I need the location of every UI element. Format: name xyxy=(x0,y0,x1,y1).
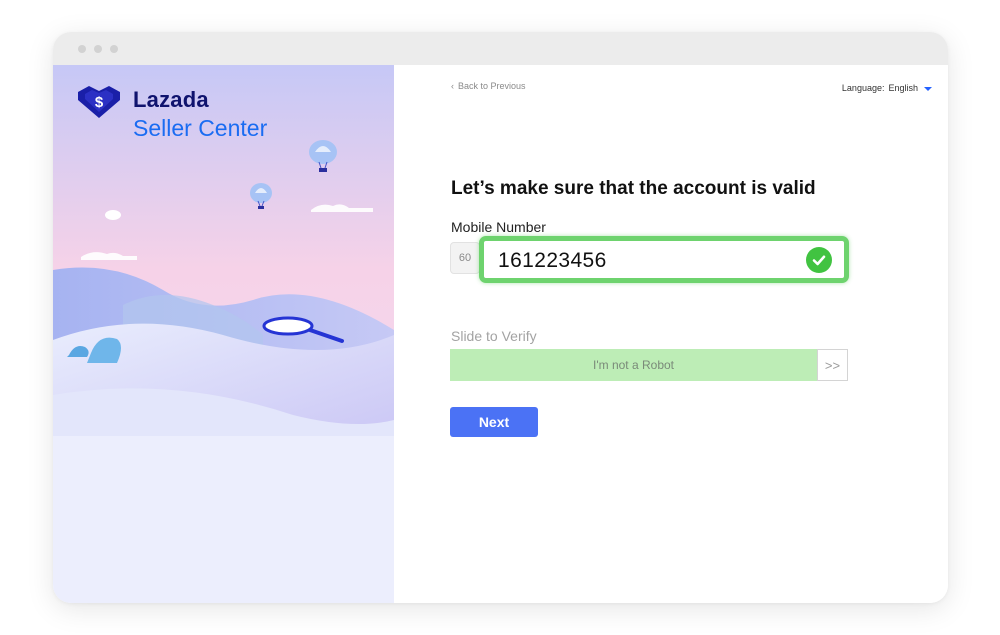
window-dot-icon xyxy=(94,45,102,53)
back-label: Back to Previous xyxy=(458,81,526,91)
brand-name: Lazada xyxy=(133,87,209,112)
mobile-number-label: Mobile Number xyxy=(451,219,546,235)
brand-subtitle: Seller Center xyxy=(133,115,268,141)
captcha-slider[interactable]: I'm not a Robot >> xyxy=(450,349,848,381)
country-code-field[interactable]: 60 xyxy=(450,242,480,274)
caret-down-icon xyxy=(924,86,932,91)
language-selector[interactable]: Language: English xyxy=(842,83,932,93)
svg-text:$: $ xyxy=(95,94,104,111)
cloud xyxy=(105,210,121,220)
slider-text: I'm not a Robot xyxy=(593,358,674,372)
next-button[interactable]: Next xyxy=(450,407,538,437)
left-panel: $ Lazada Seller Center xyxy=(53,65,394,603)
title-bar xyxy=(53,32,948,65)
slider-handle-icon[interactable]: >> xyxy=(817,349,848,381)
main-panel: ‹ Back to Previous Language: English Let’s… xyxy=(394,65,948,603)
language-value: English xyxy=(888,83,918,93)
window-dot-icon xyxy=(78,45,86,53)
chevron-left-icon: ‹ xyxy=(451,81,454,91)
mobile-number-input[interactable]: 161223456 xyxy=(479,236,849,283)
back-link[interactable]: ‹ Back to Previous xyxy=(451,81,526,91)
window-dot-icon xyxy=(110,45,118,53)
browser-window: $ Lazada Seller Center ‹ Back to Previous… xyxy=(53,32,948,603)
lazada-heart-logo-icon: $ xyxy=(78,86,120,118)
slide-to-verify-label: Slide to Verify xyxy=(451,328,537,344)
checkmark-icon xyxy=(806,247,832,273)
mobile-number-value: 161223456 xyxy=(498,249,607,272)
language-label: Language: xyxy=(841,83,885,93)
page-title: Let’s make sure that the account is vali… xyxy=(451,178,816,199)
